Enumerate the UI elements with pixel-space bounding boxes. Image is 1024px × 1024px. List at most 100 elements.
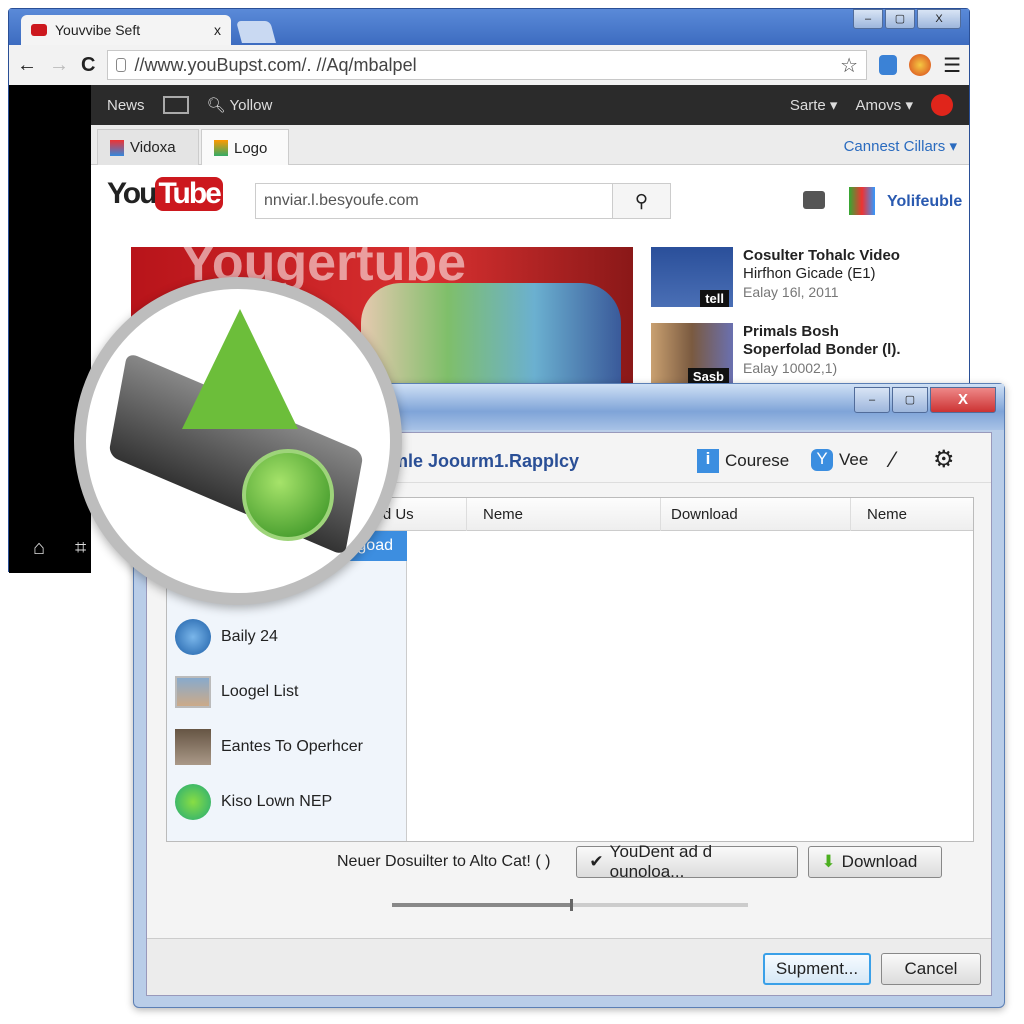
course-label: Courese (725, 451, 790, 470)
video-subtitle: Soperfolad Bonder (l). (743, 341, 901, 358)
column-download[interactable]: Download (661, 498, 851, 531)
download-arrow-icon: ⬇ (821, 852, 836, 871)
extension-icon[interactable] (879, 55, 898, 75)
back-icon[interactable]: ← (17, 54, 37, 77)
progress-slider[interactable] (392, 899, 748, 911)
view-button[interactable]: Y Vee (811, 449, 868, 471)
video-thumbnail: tell (651, 247, 733, 307)
menu-icon[interactable]: ☰ (943, 53, 961, 78)
column-name[interactable]: Neme (467, 498, 661, 531)
maximize-button[interactable]: ▢ (885, 9, 915, 29)
download-arrow-icon (182, 309, 298, 429)
record-icon[interactable] (931, 94, 953, 116)
sidebar-label: Loogel List (221, 682, 299, 700)
video-thumbnail: Sasb (651, 323, 733, 385)
crop-icon[interactable]: ⌗ (75, 537, 86, 560)
nav-amovs[interactable]: Amovs ▾ (855, 96, 913, 114)
tab-bar: Youvvibe Seft x – ▢ X (9, 9, 969, 45)
nav-amovs-label: Amovs (855, 97, 902, 114)
sidebar-item-kiso[interactable]: Kiso Lown NEP (167, 774, 407, 829)
video-subtitle: Hirfhon Gicade (E1) (743, 265, 876, 282)
nav-news[interactable]: News (107, 97, 145, 114)
pen-icon[interactable]: ⁄ (891, 447, 895, 473)
account-dropdown[interactable]: Cannest Cillars ▾ (844, 137, 957, 155)
dialog-title: imle Joourm1.Rapplcy (387, 451, 580, 471)
vidoxa-icon (110, 139, 124, 156)
video-list: tell Cosulter Tohalc Video Hirfhon Gicade… (651, 247, 981, 399)
thumb-label: tell (700, 290, 729, 307)
download-green-icon (175, 783, 211, 820)
minimize-button[interactable]: – (853, 9, 883, 29)
brand-label[interactable]: Yolifeuble (887, 193, 962, 211)
cancel-button[interactable]: Cancel (881, 953, 981, 985)
url-text: //www.youBupst.com/. //Aq/mbalpel (134, 54, 417, 75)
video-item[interactable]: tell Cosulter Tohalc Video Hirfhon Gicade… (651, 247, 981, 323)
tab-logo[interactable]: Logo (201, 129, 289, 166)
address-row: ← → C //www.youBupst.com/. //Aq/mbalpel … (9, 45, 969, 85)
search-button[interactable]: ⚲ (612, 184, 670, 218)
video-title: Cosulter Tohalc Video (743, 247, 900, 264)
download-label: Download (841, 852, 918, 871)
video-date: Ealay 16l, 2011 (743, 284, 839, 300)
dialog-footer: Supment... Cancel (147, 938, 991, 995)
download-button[interactable]: ⬇ Download (808, 846, 943, 878)
compass-icon (175, 618, 211, 655)
view-label: Vee (839, 450, 869, 469)
nav-sarte[interactable]: Sarte ▾ (790, 96, 838, 114)
youtube-favicon-icon (31, 24, 47, 36)
window-controls: – ▢ X (853, 9, 961, 29)
logo-tube: Tube (155, 177, 223, 211)
view-icon: Y (811, 449, 833, 471)
green-orb-icon (242, 449, 334, 541)
sidebar-label: Eantes To Operhcer (221, 737, 364, 755)
site-nav: News 🔍︎ Yollow Sarte ▾ Amovs ▾ (91, 85, 969, 125)
tab-title: Youvvibe Seft (55, 22, 141, 38)
banner-people-image (361, 283, 621, 387)
slider-thumb[interactable] (570, 899, 573, 911)
tab-label: Vidoxa (130, 139, 176, 156)
dialog-maximize-button[interactable]: ▢ (892, 387, 928, 413)
youtube-logo[interactable]: You Tube (107, 177, 223, 211)
nav-search[interactable]: 🔍︎ Yollow (207, 96, 273, 114)
search-box: nnviar.l.besyoufe.com ⚲ (255, 183, 671, 219)
logo-icon (214, 140, 228, 156)
sidebar-item-loogel[interactable]: Loogel List (167, 664, 407, 719)
photos-icon (175, 728, 211, 765)
tab-vidoxa[interactable]: Vidoxa (97, 129, 199, 165)
logo-you: You (107, 177, 157, 210)
new-tab-button[interactable] (236, 21, 276, 43)
grid-icon[interactable]: ⌂ (33, 537, 45, 560)
browser-tab[interactable]: Youvvibe Seft x (21, 15, 231, 45)
course-button[interactable]: i Courese (697, 449, 789, 473)
column-name-2[interactable]: Neme (851, 498, 973, 531)
tv-icon[interactable] (162, 96, 189, 114)
forward-icon[interactable]: → (49, 54, 69, 77)
profile-icon[interactable] (909, 54, 932, 76)
dialog-close-button[interactable]: X (930, 387, 996, 413)
sidebar-item-baily[interactable]: Baily 24 (167, 609, 407, 664)
gear-icon[interactable]: ⚙ (933, 445, 955, 474)
dialog-minimize-button[interactable]: – (854, 387, 890, 413)
check-icon: ✔ (589, 852, 604, 871)
sidebar-label: Kiso Lown NEP (221, 792, 333, 810)
youdent-label: YouDent ad d ounoloa... (609, 842, 713, 881)
action-row: Neuer Dosuilter to Alto Cat! ( ) ✔ YouDen… (337, 842, 943, 881)
star-icon[interactable]: ☆ (840, 53, 858, 78)
tab-close-icon[interactable]: x (214, 22, 221, 38)
nav-sarte-label: Sarte (789, 97, 826, 114)
video-date: Ealay 10002,1) (743, 360, 838, 376)
camera-icon[interactable] (803, 191, 825, 209)
youdent-button[interactable]: ✔ YouDent ad d ounoloa... (576, 842, 799, 881)
account-label: Cannest Cillars (843, 138, 946, 155)
picture-icon (175, 675, 211, 708)
video-title: Primals Bosh (743, 323, 839, 340)
brand-icon (849, 187, 875, 215)
sidebar-item-eantes[interactable]: Eantes To Operhcer (167, 719, 407, 774)
search-input[interactable]: nnviar.l.besyoufe.com (256, 184, 612, 218)
url-bar[interactable]: //www.youBupst.com/. //Aq/mbalpel ☆ (107, 50, 868, 80)
reload-icon[interactable]: C (81, 54, 95, 77)
nav-search-label: Yollow (229, 97, 273, 114)
search-icon: 🔍︎ (206, 97, 226, 114)
close-button[interactable]: X (917, 9, 961, 29)
ok-button[interactable]: Supment... (763, 953, 871, 985)
